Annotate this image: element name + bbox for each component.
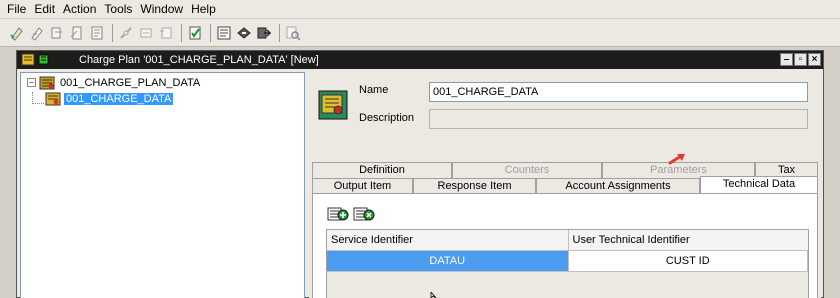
tab-output-item[interactable]: Output Item bbox=[312, 178, 413, 194]
toolbar bbox=[0, 19, 840, 47]
restore-icon[interactable]: ▫ bbox=[794, 53, 807, 66]
link-icon[interactable] bbox=[117, 24, 135, 42]
user-technical-identifier-cell[interactable]: CUST ID bbox=[568, 251, 808, 272]
toolbar-separator bbox=[279, 23, 280, 42]
technical-data-panel: Service Identifier User Technical Identi… bbox=[312, 193, 818, 298]
charge-plan-tree: − 001_CHARGE_PLAN_DATA 001_CHARGE_DATA bbox=[20, 72, 305, 298]
report-icon[interactable] bbox=[215, 24, 233, 42]
tree-node-root[interactable]: − 001_CHARGE_PLAN_DATA bbox=[27, 75, 202, 90]
add-row-icon[interactable] bbox=[327, 206, 349, 222]
new-icon[interactable] bbox=[8, 24, 26, 42]
close-icon[interactable]: × bbox=[808, 53, 821, 66]
tree-root-label[interactable]: 001_CHARGE_PLAN_DATA bbox=[58, 77, 202, 89]
description-label: Description bbox=[359, 112, 415, 124]
properties-icon[interactable] bbox=[88, 24, 106, 42]
menu-help[interactable]: Help bbox=[187, 2, 220, 16]
copy-icon[interactable] bbox=[48, 24, 66, 42]
name-field[interactable]: 001_CHARGE_DATA bbox=[429, 82, 808, 102]
charge-plan-node-icon bbox=[39, 76, 55, 89]
toolbar-separator bbox=[181, 23, 182, 42]
rename-icon[interactable] bbox=[68, 24, 86, 42]
window-titlebar[interactable]: Charge Plan '001_CHARGE_PLAN_DATA' [New]… bbox=[17, 51, 823, 69]
delete-row-icon[interactable] bbox=[353, 206, 375, 222]
annotation-arrow-icon bbox=[668, 154, 685, 165]
export-icon[interactable] bbox=[255, 24, 273, 42]
tree-collapse-icon[interactable]: − bbox=[27, 78, 36, 87]
check-icon[interactable] bbox=[186, 24, 204, 42]
charge-node-icon bbox=[45, 92, 61, 105]
tab-response-item[interactable]: Response Item bbox=[413, 178, 536, 194]
tab-technical-data[interactable]: Technical Data bbox=[700, 176, 818, 193]
minimize-icon[interactable]: – bbox=[780, 53, 793, 66]
menu-edit[interactable]: Edit bbox=[30, 2, 59, 16]
tab-definition[interactable]: Definition bbox=[312, 162, 452, 178]
menu-tools[interactable]: Tools bbox=[100, 2, 136, 16]
unlink-icon[interactable] bbox=[137, 24, 155, 42]
tree-node-charge[interactable]: 001_CHARGE_DATA bbox=[45, 91, 174, 106]
charge-plan-window: Charge Plan '001_CHARGE_PLAN_DATA' [New]… bbox=[16, 50, 824, 298]
table-header: Service Identifier User Technical Identi… bbox=[327, 230, 808, 251]
charge-plan-icon bbox=[21, 53, 51, 67]
table-row[interactable]: DATAU CUST ID bbox=[327, 251, 808, 272]
mouse-cursor-icon bbox=[430, 292, 437, 298]
tab-counters[interactable]: Counters bbox=[452, 162, 602, 178]
menu-window[interactable]: Window bbox=[136, 2, 187, 16]
description-field[interactable] bbox=[429, 109, 808, 129]
charge-large-icon bbox=[318, 90, 348, 120]
details-pane: Name 001_CHARGE_DATA Description Definit… bbox=[309, 72, 821, 298]
menu-action[interactable]: Action bbox=[59, 2, 100, 16]
import-icon[interactable] bbox=[235, 24, 253, 42]
edit-icon[interactable] bbox=[28, 24, 46, 42]
window-controls: – ▫ × bbox=[779, 53, 821, 66]
window-title: Charge Plan '001_CHARGE_PLAN_DATA' [New] bbox=[79, 54, 319, 66]
service-identifier-cell[interactable]: DATAU bbox=[327, 251, 569, 272]
tree-child-label[interactable]: 001_CHARGE_DATA bbox=[64, 92, 174, 105]
menu-bar: File Edit Action Tools Window Help bbox=[0, 0, 840, 18]
menu-file[interactable]: File bbox=[3, 2, 30, 16]
column-header-service-identifier[interactable]: Service Identifier bbox=[327, 230, 569, 250]
tree-connector bbox=[32, 103, 44, 104]
search-icon[interactable] bbox=[284, 24, 302, 42]
column-header-user-technical-identifier[interactable]: User Technical Identifier bbox=[569, 230, 809, 250]
toolbar-separator bbox=[210, 23, 211, 42]
copy-plan-icon[interactable] bbox=[157, 24, 175, 42]
toolbar-separator bbox=[112, 23, 113, 42]
tab-account-assignments[interactable]: Account Assignments bbox=[536, 178, 700, 194]
name-label: Name bbox=[359, 84, 389, 96]
technical-identifiers-table: Service Identifier User Technical Identi… bbox=[326, 229, 809, 298]
